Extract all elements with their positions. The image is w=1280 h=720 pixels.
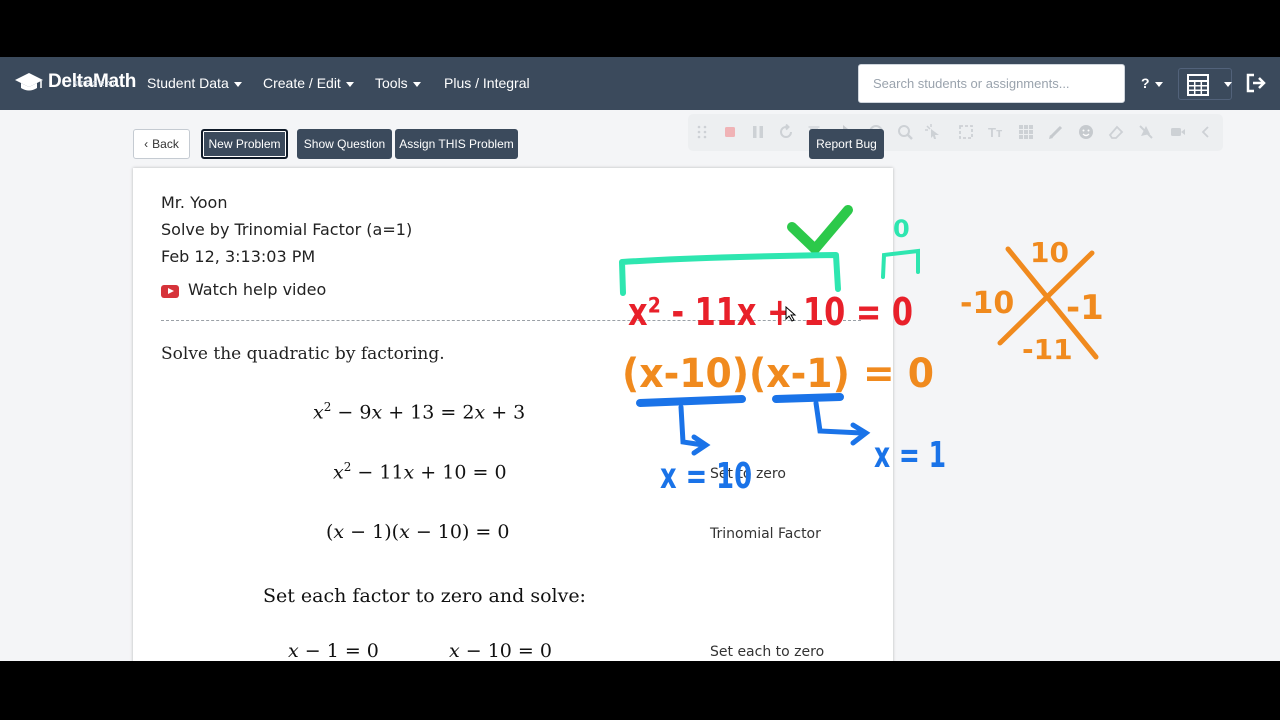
pause-icon[interactable]: [750, 124, 766, 140]
new-problem-button[interactable]: New Problem: [201, 129, 288, 159]
help-menu[interactable]: ?: [1141, 57, 1163, 110]
caret-down-icon: [412, 81, 421, 87]
show-question-label: Show Question: [303, 137, 386, 151]
click-effect-icon[interactable]: [925, 124, 941, 140]
back-label: Back: [152, 137, 179, 151]
divider: [161, 320, 861, 321]
teal-zero: 0: [893, 215, 910, 243]
youtube-icon[interactable]: [161, 285, 179, 298]
drag-handle-icon[interactable]: [694, 124, 710, 140]
grid-icon[interactable]: [1018, 124, 1034, 140]
note-set-each-zero: Set each to zero: [710, 644, 825, 660]
restart-icon[interactable]: [778, 124, 794, 140]
search-input[interactable]: [858, 64, 1125, 103]
nav-create-edit[interactable]: Create / Edit: [263, 57, 354, 110]
nav-label: Student Data: [147, 75, 229, 91]
calculator-button[interactable]: [1178, 68, 1232, 100]
brand-sub: INTEGRAL: [69, 81, 119, 88]
report-bug-button[interactable]: Report Bug: [809, 129, 884, 159]
text-tool-icon[interactable]: Tт: [988, 124, 1004, 140]
caret-down-icon: [345, 81, 354, 87]
nav-student-data[interactable]: Student Data: [147, 57, 242, 110]
calculator-icon: [1187, 74, 1209, 96]
chevron-left-icon: ‹: [144, 137, 149, 151]
diamond-right: -1: [1066, 288, 1104, 328]
zoom-icon[interactable]: [897, 124, 913, 140]
teacher-name: Mr. Yoon: [161, 193, 228, 212]
top-navbar: DeltaMath INTEGRAL Student Data Create /…: [0, 57, 1280, 110]
annotation-toolbar: Tт: [688, 114, 1223, 151]
diamond-bottom: -11: [1022, 333, 1073, 366]
caret-down-icon: [1154, 81, 1163, 87]
nav-label: Plus / Integral: [444, 75, 530, 91]
note-set-to-zero: Set to zero: [710, 466, 786, 482]
select-region-icon[interactable]: [958, 124, 974, 140]
assign-label: Assign THIS Problem: [399, 137, 514, 151]
assign-problem-button[interactable]: Assign THIS Problem: [395, 129, 518, 159]
svg-text:Tт: Tт: [988, 125, 1002, 140]
nav-label: Create / Edit: [263, 75, 341, 91]
equation-factor1: x − 1 = 0: [288, 640, 379, 661]
nav-tools[interactable]: Tools: [375, 57, 421, 110]
mouse-cursor-icon: [785, 306, 797, 322]
diamond-line-2: [997, 250, 1095, 346]
report-bug-label: Report Bug: [816, 137, 877, 151]
problem-card: Mr. Yoon Solve by Trinomial Factor (a=1)…: [133, 168, 893, 661]
caret-down-icon: [1224, 82, 1232, 87]
nav-label: Tools: [375, 75, 408, 91]
equation-original: x2 − 9x + 13 = 2x + 3: [313, 400, 526, 424]
timestamp: Feb 12, 3:13:03 PM: [161, 247, 316, 266]
hide-annotations-icon[interactable]: [1138, 124, 1154, 140]
skill-name: Solve by Trinomial Factor (a=1): [161, 220, 413, 239]
diamond-line-1: [1005, 246, 1099, 360]
diamond-left: -10: [960, 286, 1014, 321]
equation-factor2: x − 10 = 0: [449, 640, 552, 661]
pen-icon[interactable]: [1048, 124, 1064, 140]
show-question-button[interactable]: Show Question: [297, 129, 392, 159]
problem-prompt: Solve the quadratic by factoring.: [161, 344, 445, 364]
note-trinomial-factor: Trinomial Factor: [710, 526, 821, 542]
equation-factored: (x − 1)(x − 10) = 0: [326, 521, 510, 543]
record-stop-icon[interactable]: [722, 124, 738, 140]
eraser-icon[interactable]: [1108, 124, 1124, 140]
help-video-link[interactable]: Watch help video: [188, 280, 326, 299]
emoji-icon[interactable]: [1078, 124, 1094, 140]
logout-icon[interactable]: [1245, 73, 1267, 93]
camera-icon[interactable]: [1170, 124, 1186, 140]
graduation-cap-icon: [15, 73, 43, 91]
set-each-heading: Set each factor to zero and solve:: [263, 585, 586, 607]
back-button[interactable]: ‹ Back: [133, 129, 190, 159]
app-screen: DeltaMath INTEGRAL Student Data Create /…: [0, 57, 1280, 661]
collapse-icon[interactable]: [1198, 124, 1214, 140]
equation-standard-form: x2 − 11x + 10 = 0: [333, 460, 507, 484]
caret-down-icon: [233, 81, 242, 87]
diamond-top: 10: [1030, 236, 1069, 269]
help-label: ?: [1141, 75, 1150, 91]
new-problem-label: New Problem: [208, 137, 281, 151]
nav-plus-integral[interactable]: Plus / Integral: [444, 57, 530, 110]
